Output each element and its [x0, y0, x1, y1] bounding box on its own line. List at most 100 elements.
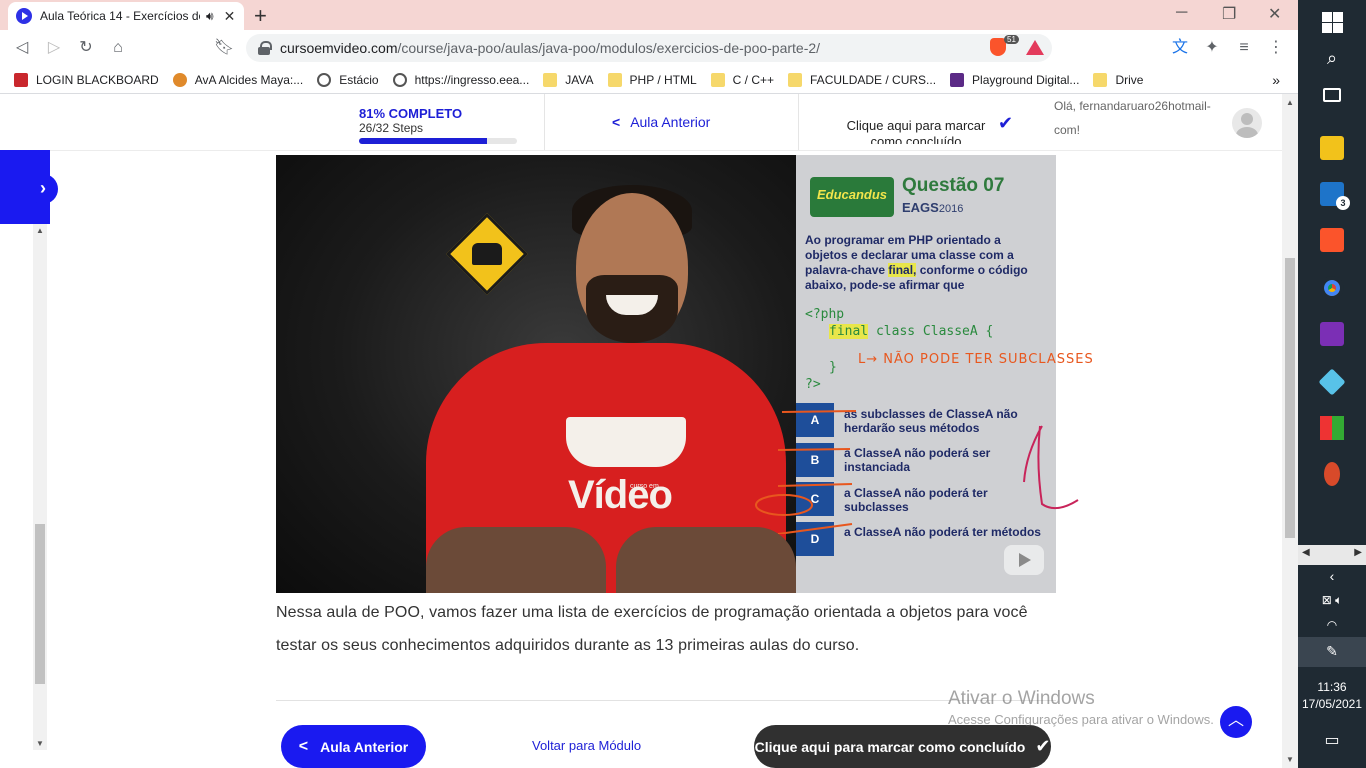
back-icon[interactable]: ◁ [10, 36, 34, 60]
notifications-icon[interactable]: ▭ [1298, 730, 1366, 750]
bookmark-php-html[interactable]: PHP / HTML [607, 72, 697, 87]
home-icon[interactable]: ⌂ [106, 36, 130, 60]
show-hidden-icons-icon[interactable]: ‹ [1298, 568, 1366, 584]
bookmark-login-blackboard[interactable]: LOGIN BLACKBOARD [14, 72, 159, 87]
translate-icon[interactable]: 文 [1168, 36, 1192, 60]
scroll-up-arrow-icon[interactable]: ▲ [1286, 98, 1294, 107]
new-tab-button[interactable]: + [254, 3, 267, 29]
brave-rewards-icon[interactable] [1026, 40, 1044, 55]
scrollbar-thumb[interactable] [1285, 258, 1295, 538]
bookmark-playground[interactable]: Playground Digital... [950, 72, 1080, 87]
globe-icon [392, 72, 407, 87]
header-prev-lesson-link[interactable]: < Aula Anterior [612, 114, 710, 130]
url-host: cursoemvideo.com [280, 40, 398, 56]
header-divider [798, 94, 799, 150]
checkmark-icon[interactable]: ✔ [998, 113, 1013, 134]
app-tool-icon[interactable] [1324, 462, 1340, 486]
course-progress: 81% COMPLETO 26/32 Steps [359, 106, 517, 144]
playground-icon [950, 72, 965, 87]
header-mark-complete[interactable]: Clique aqui para marcar como concluído [836, 118, 996, 144]
bookmark-label: AvA Alcides Maya:... [194, 72, 304, 87]
exam-year: 2016 [938, 203, 964, 215]
address-bar[interactable]: cursoemvideo.com/course/java-poo/aulas/j… [246, 34, 1052, 62]
bookmark-estacio[interactable]: Estácio [317, 72, 379, 87]
bookmark-c-cpp[interactable]: C / C++ [710, 72, 774, 87]
restore-icon[interactable]: ❐ [1222, 4, 1236, 24]
avatar[interactable] [1232, 108, 1262, 138]
taskbar-scroll-strip[interactable]: ◀ ▶ [1298, 545, 1366, 565]
mark-complete-button[interactable]: Clique aqui para marcar como concluído ✔ [754, 725, 1051, 768]
bookmark-ingresso[interactable]: https://ingresso.eea... [392, 72, 529, 87]
globe-icon [317, 72, 332, 87]
chrome-icon[interactable] [1320, 276, 1344, 300]
clock-time[interactable]: 11:36 [1298, 680, 1366, 694]
user-greeting: Olá, fernandaruaro26hotmail-com! [1054, 99, 1211, 137]
progress-bar-fill [359, 138, 487, 144]
chevron-right-icon[interactable]: › [28, 174, 58, 204]
question-number: Questão 07 [902, 175, 1005, 196]
bookmarks-bar: LOGIN BLACKBOARD AvA Alcides Maya:... Es… [0, 66, 1298, 94]
bookmark-icon[interactable]: 🔖︎ [212, 36, 236, 60]
wall-sign-symbol [472, 243, 502, 265]
3d-box-icon[interactable] [1318, 368, 1346, 396]
circle-option-c [755, 494, 813, 516]
header-divider [544, 94, 545, 150]
shirt-logo-text: Vídeo [568, 473, 673, 517]
speaker-icon[interactable]: 🔊︎ [206, 9, 214, 24]
clock-date[interactable]: 17/05/2021 [1298, 697, 1366, 711]
prev-lesson-button[interactable]: < Aula Anterior [281, 725, 426, 768]
scroll-down-arrow-icon[interactable]: ▼ [36, 739, 44, 748]
windows-start-icon[interactable] [1320, 10, 1344, 34]
page-viewport: 81% COMPLETO 26/32 Steps < Aula Anterior … [0, 94, 1298, 768]
file-explorer-icon[interactable] [1320, 136, 1344, 160]
scroll-left-icon[interactable]: ◀ [1302, 547, 1310, 558]
bookmark-ava[interactable]: AvA Alcides Maya:... [172, 72, 304, 87]
bookmark-label: Estácio [339, 72, 379, 87]
media-control-icon[interactable]: ≡ [1232, 36, 1256, 60]
windows-activation-watermark: Ativar o Windows Acesse Configurações pa… [948, 688, 1214, 727]
bookmark-drive[interactable]: Drive [1093, 72, 1144, 87]
question-text: Ao programar em PHP orientado a objetos … [805, 233, 1045, 293]
scrollbar-thumb[interactable] [35, 524, 45, 684]
task-view-icon[interactable] [1323, 88, 1341, 102]
reload-icon[interactable]: ↻ [74, 36, 98, 60]
lock-icon[interactable] [258, 41, 272, 55]
colored-grid-icon[interactable] [1320, 416, 1344, 440]
back-to-module-link[interactable]: Voltar para Módulo [532, 738, 641, 753]
folder-icon [543, 72, 558, 87]
forward-icon[interactable]: ▷ [42, 36, 66, 60]
exam-name: EAGS2016 [902, 200, 963, 215]
educandus-logo-subtitle: Concretizando Sonhos [816, 212, 877, 218]
brave-browser-icon[interactable] [1320, 228, 1344, 252]
scroll-down-arrow-icon[interactable]: ▼ [1286, 755, 1294, 764]
network-volume-icons[interactable]: ⊠ 🔈︎ [1298, 593, 1366, 608]
bookmark-faculdade[interactable]: FACULDADE / CURS... [788, 72, 936, 87]
pen-icon[interactable]: ✎ [1298, 643, 1366, 660]
folder-icon [607, 72, 622, 87]
scroll-up-arrow-icon[interactable]: ▲ [36, 226, 44, 235]
browser-tab-active[interactable]: Aula Teórica 14 - Exercícios de 🔊︎ ✕ [8, 2, 244, 30]
red-square-icon [14, 72, 28, 87]
scroll-to-top-button[interactable]: ︿ [1220, 706, 1252, 738]
onenote-icon[interactable] [1320, 322, 1344, 346]
sidebar-scrollbar[interactable]: ▲ ▼ [33, 224, 47, 750]
search-icon[interactable]: ⌕ [1320, 48, 1344, 72]
url-path: /course/java-poo/aulas/java-poo/modulos/… [397, 40, 821, 56]
page-scrollbar[interactable]: ▲ ▼ [1282, 94, 1298, 768]
scroll-right-icon[interactable]: ▶ [1354, 547, 1362, 558]
mark-complete-label: Clique aqui para marcar como concluído [754, 738, 1026, 755]
wifi-icon[interactable]: ◠ [1298, 618, 1366, 632]
menu-icon[interactable]: ⋮ [1264, 36, 1288, 60]
folder-icon [710, 72, 725, 87]
bookmark-label: Drive [1115, 72, 1144, 87]
close-tab-icon[interactable]: ✕ [224, 8, 236, 25]
brave-shield-count: 51 [1004, 35, 1019, 44]
extensions-icon[interactable]: ✦ [1200, 36, 1224, 60]
youtube-play-icon[interactable] [1004, 545, 1044, 575]
activation-subtitle: Acesse Configurações para ativar o Windo… [948, 712, 1214, 727]
minimize-icon[interactable]: ─ [1176, 4, 1187, 22]
more-bookmarks-icon[interactable]: » [1272, 72, 1280, 88]
close-window-icon[interactable]: ✕ [1268, 4, 1281, 24]
bookmark-java[interactable]: JAVA [543, 72, 594, 87]
bookmark-label: Playground Digital... [972, 72, 1080, 87]
